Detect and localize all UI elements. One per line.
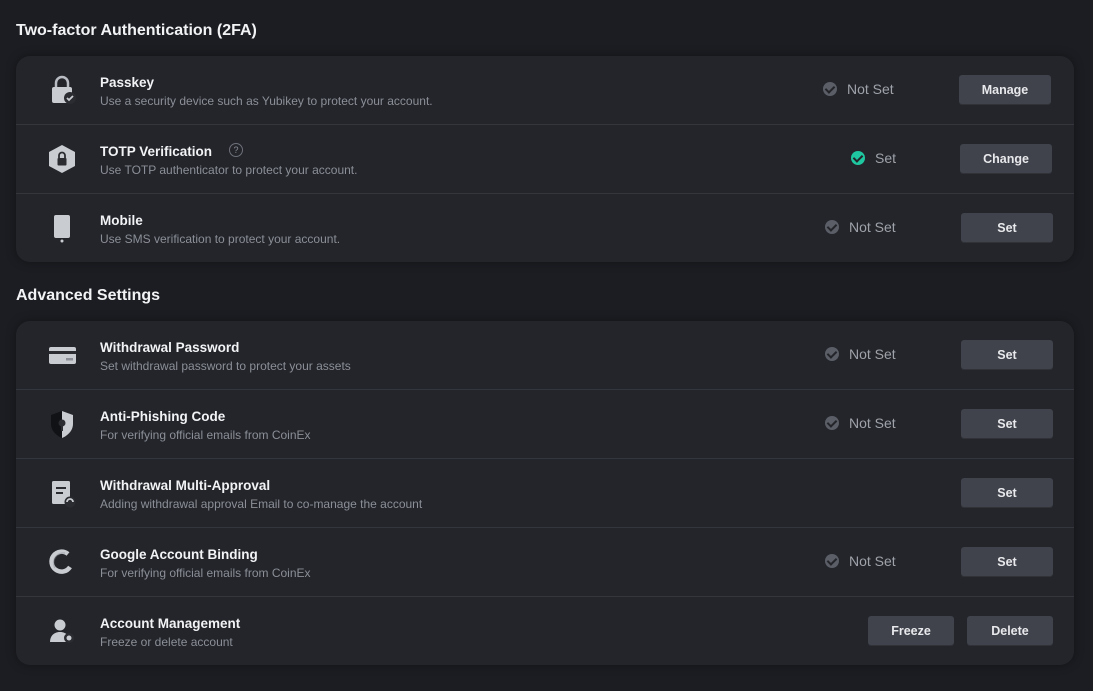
- section-title-advanced: Advanced Settings: [16, 287, 161, 304]
- row-google-binding: Google Account Binding For verifying off…: [16, 528, 1074, 597]
- row-anti-phishing: Anti-Phishing Code For verifying officia…: [16, 390, 1074, 459]
- totp-desc: Use TOTP authenticator to protect your a…: [100, 163, 358, 177]
- account-management-title: Account Management: [100, 616, 241, 631]
- withdrawal-password-status-text: Not Set: [849, 346, 896, 362]
- mobile-phone-icon: [46, 212, 78, 244]
- google-icon: [46, 546, 78, 578]
- row-totp: TOTP Verification ? Use TOTP authenticat…: [16, 125, 1074, 194]
- document-approval-icon: [46, 477, 78, 509]
- multi-approval-desc: Adding withdrawal approval Email to co-m…: [100, 497, 423, 511]
- totp-status-text: Set: [875, 150, 897, 166]
- mobile-set-button[interactable]: Set: [961, 213, 1053, 243]
- mobile-status-text: Not Set: [849, 219, 896, 235]
- check-circle-icon: [823, 82, 837, 96]
- google-binding-desc: For verifying official emails from CoinE…: [100, 566, 311, 580]
- check-circle-icon: [825, 347, 839, 361]
- account-management-desc: Freeze or delete account: [100, 635, 233, 649]
- row-account-management: Account Management Freeze or delete acco…: [16, 597, 1074, 665]
- google-binding-status-text: Not Set: [849, 553, 896, 569]
- advanced-card: Withdrawal Password Set withdrawal passw…: [16, 321, 1074, 665]
- multi-approval-title: Withdrawal Multi-Approval: [100, 478, 271, 493]
- check-circle-icon: [851, 151, 865, 165]
- withdrawal-password-set-button[interactable]: Set: [961, 340, 1053, 370]
- anti-phishing-set-button[interactable]: Set: [961, 409, 1053, 439]
- check-circle-icon: [825, 220, 839, 234]
- freeze-account-button[interactable]: Freeze: [868, 616, 954, 646]
- anti-phishing-desc: For verifying official emails from CoinE…: [100, 428, 311, 442]
- withdrawal-password-title: Withdrawal Password: [100, 340, 240, 355]
- anti-phishing-status: Not Set: [825, 415, 896, 431]
- check-circle-icon: [825, 416, 839, 430]
- help-icon[interactable]: ?: [229, 143, 243, 157]
- user-settings-icon: [46, 615, 78, 647]
- google-binding-title: Google Account Binding: [100, 547, 258, 562]
- hexagon-lock-icon: [46, 143, 78, 175]
- twofa-card: Passkey Use a security device such as Yu…: [16, 56, 1074, 262]
- row-withdrawal-password: Withdrawal Password Set withdrawal passw…: [16, 321, 1074, 390]
- totp-status: Set: [851, 150, 896, 166]
- passkey-title: Passkey: [100, 75, 155, 90]
- passkey-manage-button[interactable]: Manage: [959, 75, 1051, 105]
- anti-phishing-status-text: Not Set: [849, 415, 896, 431]
- passkey-status-text: Not Set: [847, 81, 894, 97]
- delete-account-button[interactable]: Delete: [967, 616, 1053, 646]
- row-multi-approval: Withdrawal Multi-Approval Adding withdra…: [16, 459, 1074, 528]
- check-circle-icon: [825, 554, 839, 568]
- withdrawal-password-desc: Set withdrawal password to protect your …: [100, 359, 351, 373]
- row-passkey: Passkey Use a security device such as Yu…: [16, 56, 1074, 125]
- withdrawal-password-status: Not Set: [825, 346, 896, 362]
- google-binding-status: Not Set: [825, 553, 896, 569]
- totp-title: TOTP Verification: [100, 144, 213, 159]
- lock-check-icon: [46, 74, 78, 106]
- mobile-status: Not Set: [825, 219, 896, 235]
- passkey-desc: Use a security device such as Yubikey to…: [100, 94, 433, 108]
- row-mobile: Mobile Use SMS verification to protect y…: [16, 194, 1074, 262]
- anti-phishing-title: Anti-Phishing Code: [100, 409, 226, 424]
- totp-change-button[interactable]: Change: [960, 144, 1052, 174]
- section-title-2fa: Two-factor Authentication (2FA): [16, 22, 257, 39]
- mobile-desc: Use SMS verification to protect your acc…: [100, 232, 341, 246]
- mobile-title: Mobile: [100, 213, 143, 228]
- shield-key-icon: [46, 408, 78, 440]
- passkey-status: Not Set: [823, 81, 894, 97]
- google-binding-set-button[interactable]: Set: [961, 547, 1053, 577]
- card-icon: [46, 339, 78, 371]
- multi-approval-set-button[interactable]: Set: [961, 478, 1053, 508]
